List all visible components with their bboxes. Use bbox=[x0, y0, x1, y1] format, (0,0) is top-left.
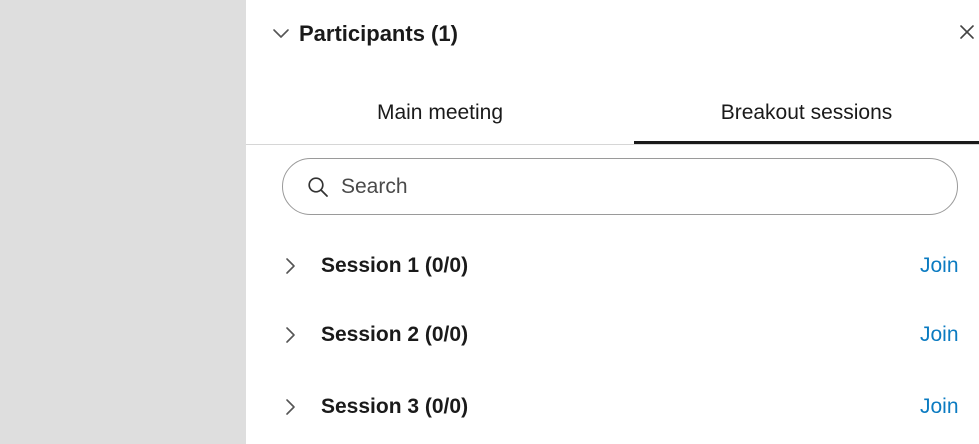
expand-session-button[interactable] bbox=[282, 396, 298, 418]
chevron-right-icon bbox=[286, 258, 295, 274]
panel-header: Participants (1) bbox=[246, 0, 979, 70]
session-row: Session 1 (0/0) Join bbox=[246, 238, 979, 294]
chevron-right-icon bbox=[286, 327, 295, 343]
meeting-tabs: Main meeting Breakout sessions bbox=[246, 84, 979, 145]
collapse-panel-button[interactable] bbox=[272, 22, 290, 44]
selected-tab-indicator bbox=[634, 141, 979, 144]
join-session-link[interactable]: Join bbox=[920, 252, 959, 280]
close-panel-button[interactable] bbox=[957, 22, 977, 42]
join-session-link[interactable]: Join bbox=[920, 321, 959, 349]
close-icon bbox=[960, 25, 974, 39]
tab-main-meeting[interactable]: Main meeting bbox=[246, 84, 634, 142]
expand-session-button[interactable] bbox=[282, 255, 298, 277]
participants-panel: Participants (1) Main meeting Breakout s… bbox=[246, 0, 979, 444]
panel-title: Participants (1) bbox=[299, 21, 458, 46]
session-row: Session 2 (0/0) Join bbox=[246, 307, 979, 363]
search-box[interactable] bbox=[282, 158, 958, 215]
tab-breakout-sessions[interactable]: Breakout sessions bbox=[634, 84, 979, 142]
expand-session-button[interactable] bbox=[282, 324, 298, 346]
session-name: Session 1 (0/0) bbox=[321, 254, 469, 277]
session-name: Session 2 (0/0) bbox=[321, 323, 469, 346]
join-session-link[interactable]: Join bbox=[920, 393, 959, 421]
session-row: Session 3 (0/0) Join bbox=[246, 379, 979, 435]
search-input[interactable] bbox=[341, 174, 901, 199]
search-icon bbox=[307, 176, 329, 198]
left-gray-area bbox=[0, 0, 246, 444]
chevron-down-icon bbox=[273, 29, 289, 38]
session-name: Session 3 (0/0) bbox=[321, 395, 469, 418]
chevron-right-icon bbox=[286, 399, 295, 415]
